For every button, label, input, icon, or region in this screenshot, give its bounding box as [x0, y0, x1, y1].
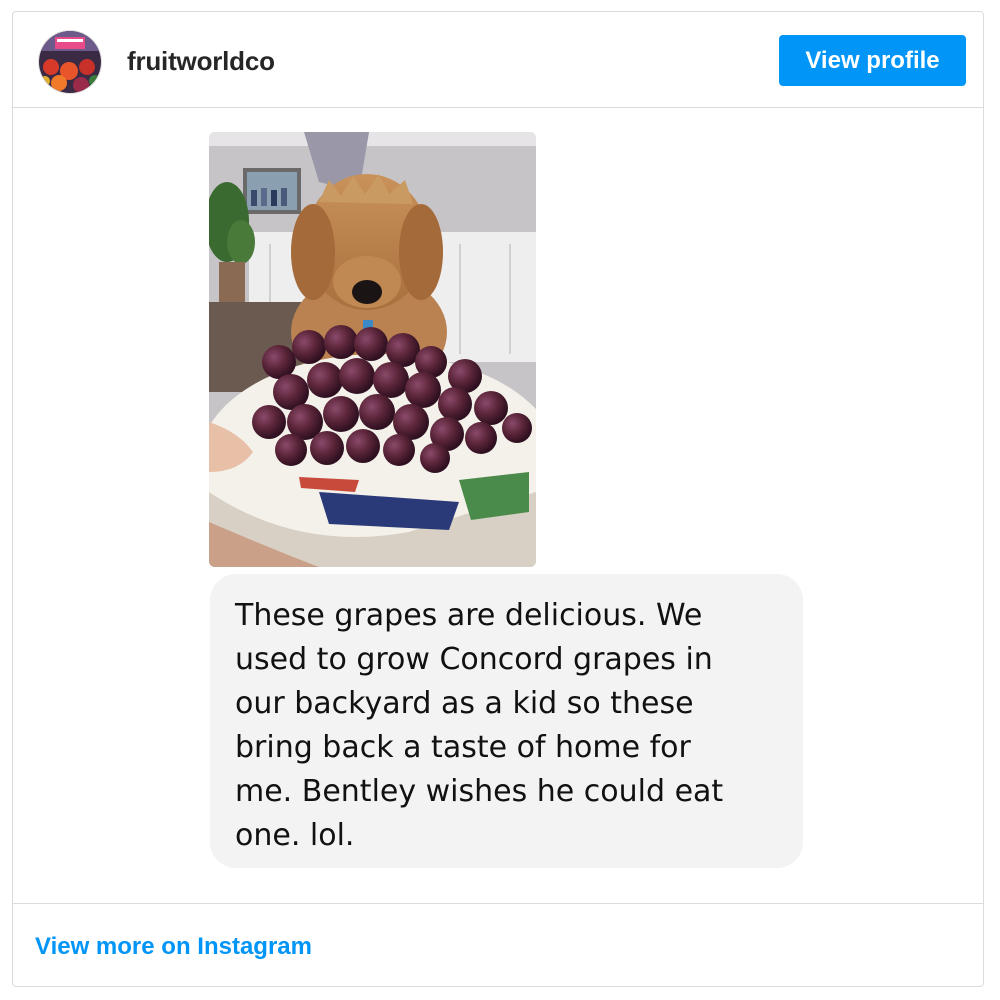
post-photo[interactable]: [209, 132, 536, 567]
dog-with-grapes-photo-icon: [209, 132, 536, 567]
embed-header: fruitworldco View profile: [13, 12, 983, 108]
avatar-image: [39, 31, 101, 93]
profile-avatar[interactable]: [38, 30, 102, 94]
embed-footer: View more on Instagram: [13, 903, 983, 987]
instagram-embed-card: fruitworldco View profile These grapes a…: [12, 11, 984, 987]
comment-bubble: These grapes are delicious. We used to g…: [210, 574, 803, 868]
comment-text: These grapes are delicious. We used to g…: [235, 598, 724, 853]
username[interactable]: fruitworldco: [127, 46, 275, 77]
view-more-on-instagram-link[interactable]: View more on Instagram: [35, 933, 312, 961]
view-profile-button[interactable]: View profile: [779, 35, 966, 86]
